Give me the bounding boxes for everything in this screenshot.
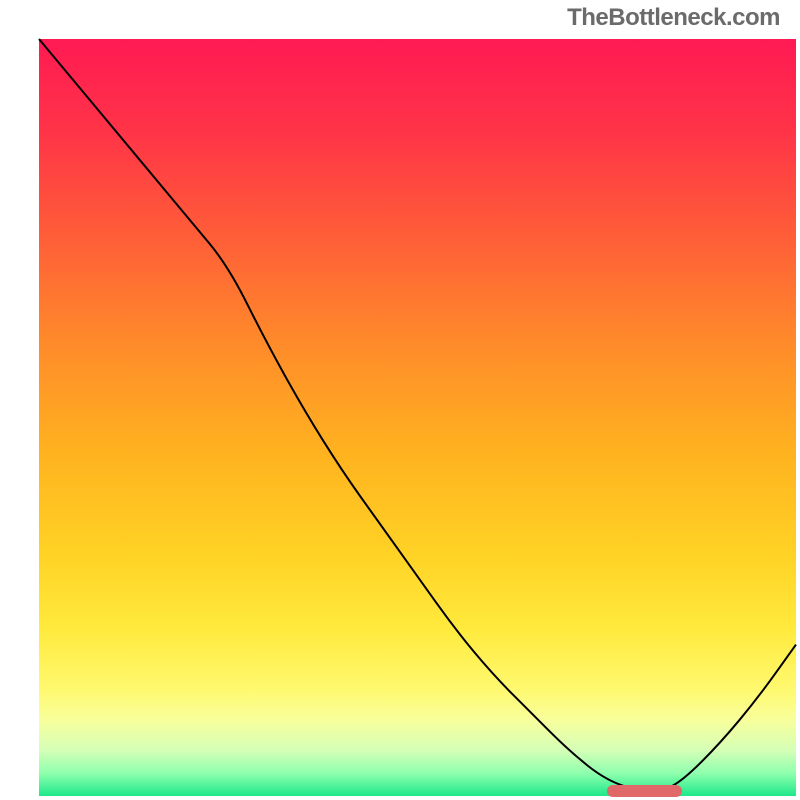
- optimal-range-marker: [607, 785, 683, 797]
- chart-area: [39, 39, 796, 796]
- watermark-text: TheBottleneck.com: [567, 4, 780, 32]
- bottleneck-curve: [39, 39, 796, 796]
